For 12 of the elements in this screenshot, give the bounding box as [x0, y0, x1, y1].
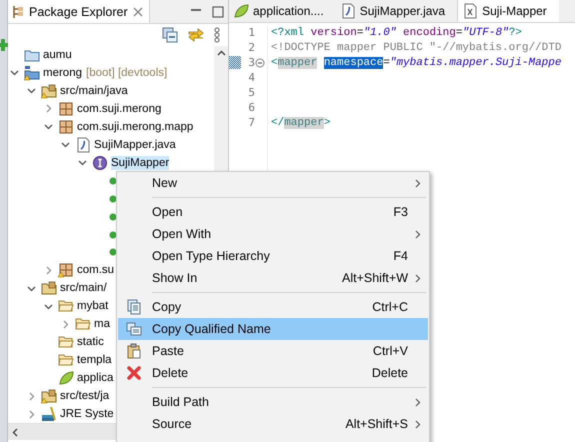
code-line: <?xml version="1.0" encoding="UTF-8"?>	[271, 26, 523, 40]
code-line: <mapper namespace="mybatis.mapper.Suji-Mappe	[271, 56, 562, 70]
line-number: 2	[247, 41, 255, 54]
code-line: </mapper>	[271, 116, 332, 130]
line-number: 1	[247, 26, 255, 39]
line-number: 3	[247, 56, 255, 69]
code-line: <!DOCTYPE mapper PUBLIC "-//mybatis.org//DTD	[271, 40, 562, 55]
line-number: 6	[247, 101, 255, 114]
line-number: 5	[247, 86, 255, 99]
project-decoration: [boot] [devtools]	[86, 66, 168, 79]
line-number: 7	[247, 116, 255, 129]
line-number: 4	[247, 71, 255, 84]
